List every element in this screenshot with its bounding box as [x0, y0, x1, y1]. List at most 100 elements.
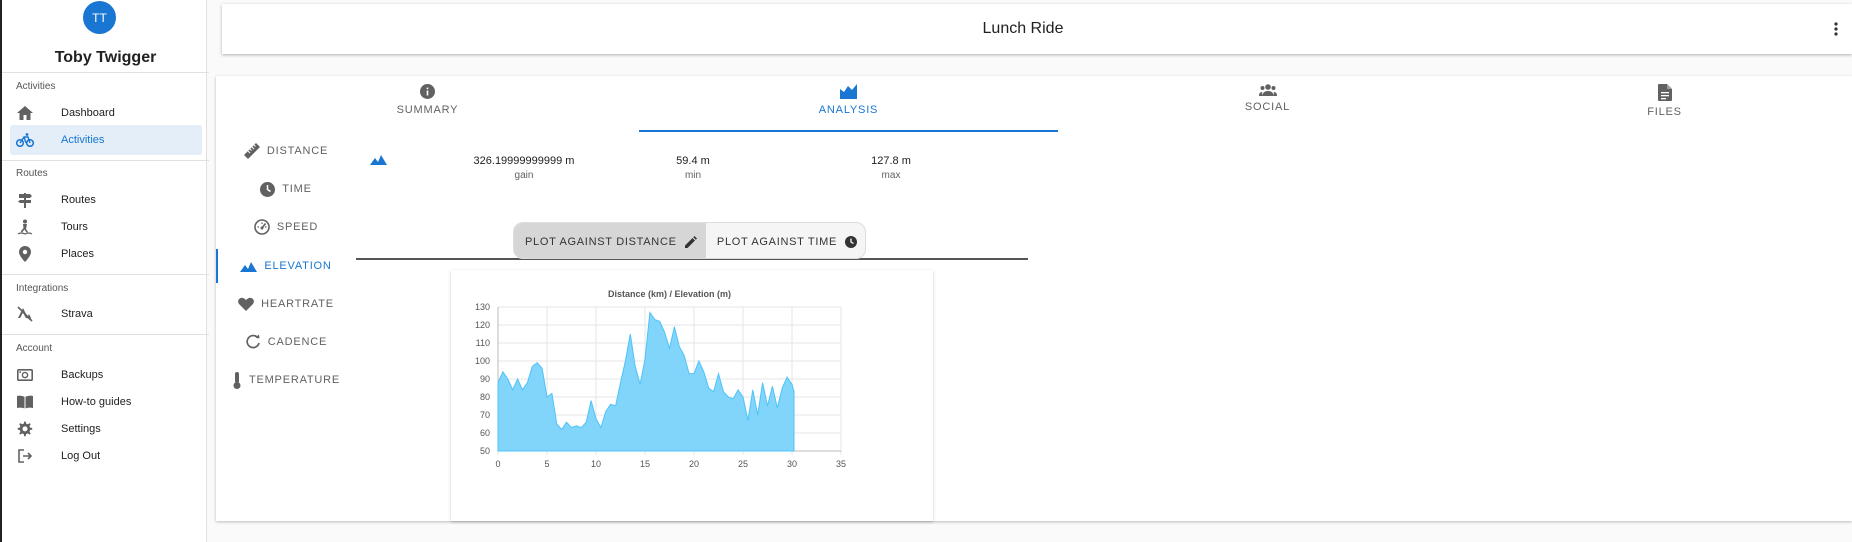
sidebar-item-dashboard[interactable]: Dashboard	[10, 98, 202, 128]
stat-elevation-min: 59.4 m min	[643, 155, 743, 181]
plot-against-distance-button[interactable]: PLOT AGAINST DISTANCE	[514, 223, 706, 258]
elevation-chart: Distance (km) / Elevation (m)50607080901…	[475, 289, 846, 469]
metric-tab-label: HEARTRATE	[261, 298, 334, 310]
metric-tab-elevation[interactable]: ELEVATION	[216, 249, 356, 283]
stat-label: gain	[514, 170, 534, 181]
stat-value: 326.19999999999 m	[473, 155, 575, 167]
tab-social[interactable]: SOCIAL	[1058, 76, 1477, 132]
sidebar-item-label: Backups	[61, 369, 104, 381]
tab-label: SUMMARY	[396, 104, 459, 116]
sidebar-item-log-out[interactable]: Log Out	[10, 441, 202, 471]
divider	[2, 160, 209, 161]
page-title: Lunch Ride	[982, 20, 1064, 37]
y-tick-label: 130	[475, 302, 490, 312]
plot-against-time-button[interactable]: PLOT AGAINST TIME	[706, 223, 865, 258]
y-tick-label: 50	[480, 446, 490, 456]
stat-label: max	[881, 170, 901, 181]
sidebar-item-label: Routes	[61, 194, 96, 206]
pin-icon	[16, 246, 34, 262]
tab-analysis[interactable]: ANALYSIS	[639, 76, 1058, 132]
signpost-icon	[16, 192, 34, 208]
y-tick-label: 90	[480, 374, 490, 384]
metric-tab-cadence[interactable]: CADENCE	[216, 325, 356, 359]
sidebar: TT Toby Twigger Activities Dashboard Act…	[0, 0, 209, 542]
activity-card: SUMMARY ANALYSIS SOCIAL FILES DISTANCE T…	[216, 76, 1852, 521]
y-tick-label: 80	[480, 392, 490, 402]
metric-tab-time[interactable]: TIME	[216, 172, 356, 206]
sidebar-item-label: Places	[61, 248, 95, 260]
tab-label: SOCIAL	[1244, 101, 1291, 113]
sidebar-item-label: Log Out	[61, 450, 101, 462]
ruler-icon	[243, 143, 260, 159]
elevation-gain-icon	[370, 155, 387, 165]
speedometer-icon	[254, 219, 270, 235]
x-tick-label: 10	[591, 459, 601, 469]
sidebar-item-settings[interactable]: Settings	[10, 414, 202, 444]
hiker-icon	[16, 219, 34, 235]
metric-tab-temperature[interactable]: TEMPERATURE	[216, 363, 356, 397]
metric-tab-heartrate[interactable]: HEARTRATE	[216, 287, 356, 321]
sidebar-item-label: Settings	[61, 423, 101, 435]
user-name: Toby Twigger	[54, 49, 157, 66]
gear-icon	[16, 421, 34, 437]
metric-tab-speed[interactable]: SPEED	[216, 210, 356, 244]
thermometer-icon	[233, 371, 241, 389]
info-icon	[420, 84, 435, 99]
sidebar-item-activities[interactable]: Activities	[10, 125, 202, 155]
stat-elevation-max: 127.8 m max	[841, 155, 941, 181]
elevation-chart-card: Distance (km) / Elevation (m) 50 60 70 80 90 1…	[451, 270, 933, 521]
y-tick-label: 60	[480, 428, 490, 438]
y-tick-label: 110	[476, 338, 490, 348]
stat-value: 127.8 m	[871, 155, 911, 167]
section-title-routes: Routes	[16, 168, 48, 179]
metric-tab-label: CADENCE	[267, 336, 328, 348]
sidebar-item-routes[interactable]: Routes	[10, 185, 202, 215]
sidebar-item-backups[interactable]: Backups	[10, 360, 202, 390]
metric-tab-label: SPEED	[276, 221, 319, 233]
book-icon	[16, 394, 34, 410]
stat-label: min	[684, 170, 702, 181]
metric-tab-label: DISTANCE	[266, 145, 329, 157]
metric-tab-label: TIME	[282, 183, 312, 195]
people-icon	[1258, 84, 1277, 96]
more-vert-icon[interactable]	[1834, 22, 1838, 36]
sidebar-item-how-to-guides[interactable]: How-to guides	[10, 387, 202, 417]
x-tick-label: 15	[640, 459, 650, 469]
divider	[2, 334, 209, 335]
stat-value: 59.4 m	[676, 155, 710, 167]
x-tick-label: 0	[495, 459, 500, 469]
sidebar-item-label: Dashboard	[61, 107, 115, 119]
x-tick-label: 30	[787, 459, 797, 469]
clock-icon	[845, 235, 858, 248]
button-label: PLOT AGAINST DISTANCE	[525, 235, 677, 248]
sidebar-item-tours[interactable]: Tours	[10, 212, 202, 242]
bike-icon	[16, 132, 34, 148]
tab-label: FILES	[1647, 106, 1682, 118]
metric-tab-label: TEMPERATURE	[248, 374, 341, 386]
activity-header: Lunch Ride	[222, 4, 1852, 54]
sidebar-item-places[interactable]: Places	[10, 239, 202, 269]
y-tick-label: 70	[480, 410, 490, 420]
active-tab-indicator	[639, 130, 1058, 132]
area-chart-icon	[840, 84, 857, 99]
metric-tab-distance[interactable]: DISTANCE	[216, 134, 356, 168]
sidebar-item-label: Strava	[61, 308, 93, 320]
elevation-area	[497, 310, 795, 452]
x-tick-label: 20	[689, 459, 699, 469]
x-tick-label: 35	[836, 459, 846, 469]
logout-icon	[16, 448, 34, 464]
plot-axis-toggle: PLOT AGAINST DISTANCE PLOT AGAINST TIME	[513, 222, 866, 259]
heart-icon	[238, 297, 254, 311]
pencil-icon	[684, 235, 697, 248]
section-title-account: Account	[16, 343, 53, 354]
avatar[interactable]: TT	[83, 1, 116, 34]
mountain-icon	[240, 261, 258, 272]
tab-files[interactable]: FILES	[1477, 76, 1852, 132]
tab-summary[interactable]: SUMMARY	[216, 76, 639, 132]
y-tick-label: 120	[475, 320, 490, 330]
strava-icon	[16, 306, 34, 322]
home-icon	[16, 105, 34, 121]
sidebar-item-label: How-to guides	[61, 396, 132, 408]
sidebar-item-strava[interactable]: Strava	[10, 299, 202, 329]
divider	[2, 274, 209, 275]
